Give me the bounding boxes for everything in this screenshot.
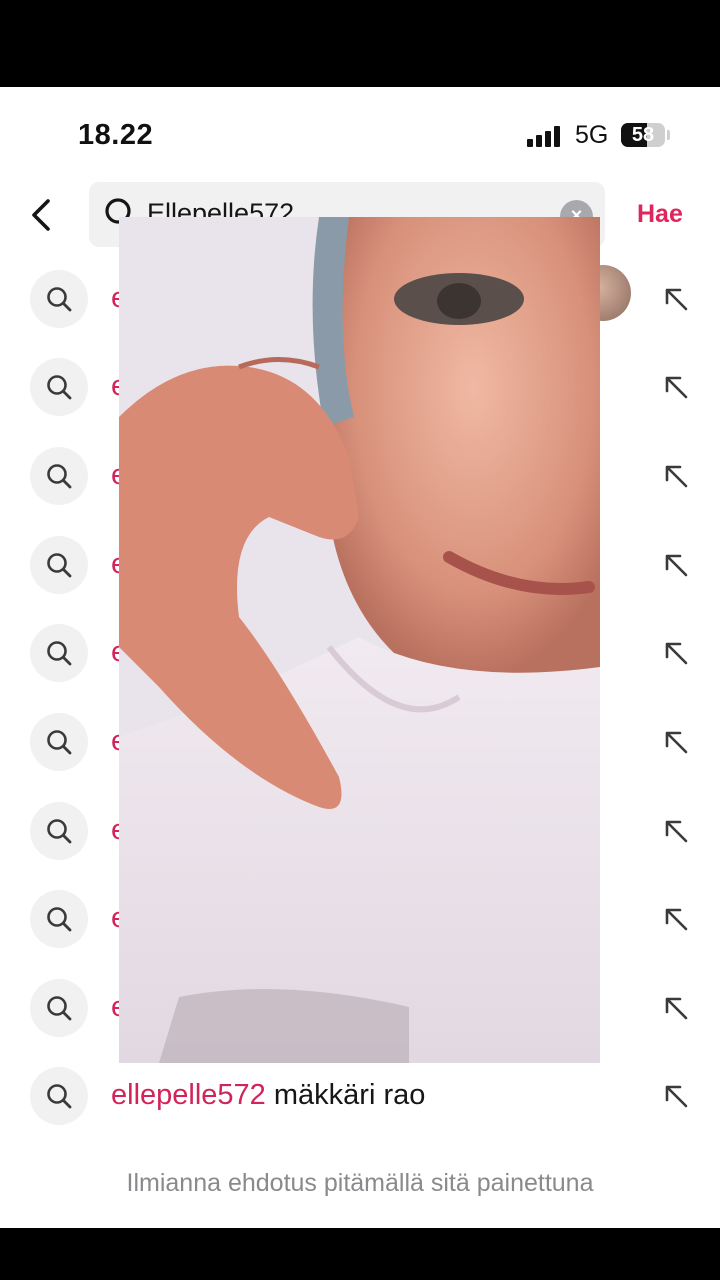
suggestion-rest: mäkkäri rao	[265, 1079, 426, 1111]
search-icon	[47, 287, 72, 312]
arrow-up-left-icon	[665, 465, 688, 488]
cellular-signal-icon	[527, 125, 563, 147]
arrow-up-left-icon	[665, 554, 688, 577]
battery-icon: 58	[621, 123, 665, 147]
fill-suggestion-button[interactable]	[660, 992, 692, 1024]
chevron-left-icon	[32, 199, 50, 231]
arrow-up-left-icon	[665, 376, 688, 399]
video-frame-image	[119, 217, 600, 1063]
battery-nub	[667, 130, 670, 140]
arrow-up-left-icon	[665, 731, 688, 754]
search-icon	[47, 730, 72, 755]
search-screen: 18.22 5G 58 Ellepelle572 × Hae ellepelle…	[0, 87, 720, 1228]
suggestion-highlight: ellepelle572	[111, 1079, 266, 1111]
search-icon	[47, 907, 72, 932]
fill-suggestion-button[interactable]	[660, 903, 692, 935]
suggestion-search-badge	[30, 1067, 88, 1125]
arrow-up-left-icon	[665, 820, 688, 843]
suggestion-search-badge	[30, 713, 88, 771]
network-type: 5G	[575, 121, 609, 149]
fill-suggestion-button[interactable]	[660, 460, 692, 492]
search-icon	[47, 641, 72, 666]
fill-suggestion-button[interactable]	[660, 549, 692, 581]
search-icon	[47, 996, 72, 1021]
battery-percent: 58	[631, 124, 655, 146]
search-icon	[47, 819, 72, 844]
search-submit-button[interactable]: Hae	[637, 200, 683, 229]
suggestion-search-badge	[30, 536, 88, 594]
search-icon	[47, 553, 72, 578]
floating-video-overlay[interactable]	[119, 217, 600, 1063]
arrow-up-left-icon	[665, 908, 688, 931]
suggestion-search-badge	[30, 979, 88, 1037]
search-icon	[47, 1084, 72, 1109]
fill-suggestion-button[interactable]	[660, 283, 692, 315]
back-button[interactable]	[24, 197, 60, 233]
report-suggestion-hint: Ilmianna ehdotus pitämällä sitä painettu…	[126, 1169, 594, 1197]
fill-suggestion-button[interactable]	[660, 371, 692, 403]
arrow-up-left-icon	[665, 288, 688, 311]
search-icon	[47, 464, 72, 489]
search-icon	[47, 375, 72, 400]
suggestion-row[interactable]: ellepelle572 mäkkäri rao	[0, 1052, 720, 1140]
suggestion-search-badge	[30, 447, 88, 505]
fill-suggestion-button[interactable]	[660, 726, 692, 758]
suggestion-text: ellepelle572 mäkkäri rao	[111, 1079, 425, 1112]
suggestion-search-badge	[30, 624, 88, 682]
arrow-up-left-icon	[665, 642, 688, 665]
suggestion-search-badge	[30, 802, 88, 860]
arrow-up-left-icon	[665, 997, 688, 1020]
fill-suggestion-button[interactable]	[660, 815, 692, 847]
fill-suggestion-button[interactable]	[660, 637, 692, 669]
suggestion-search-badge	[30, 358, 88, 416]
bottom-black-bar	[0, 1228, 720, 1280]
fill-suggestion-button[interactable]	[660, 1080, 692, 1112]
suggestion-search-badge	[30, 890, 88, 948]
arrow-up-left-icon	[665, 1085, 688, 1108]
top-black-bar	[0, 0, 720, 87]
status-time: 18.22	[78, 119, 154, 151]
suggestion-search-badge	[30, 270, 88, 328]
